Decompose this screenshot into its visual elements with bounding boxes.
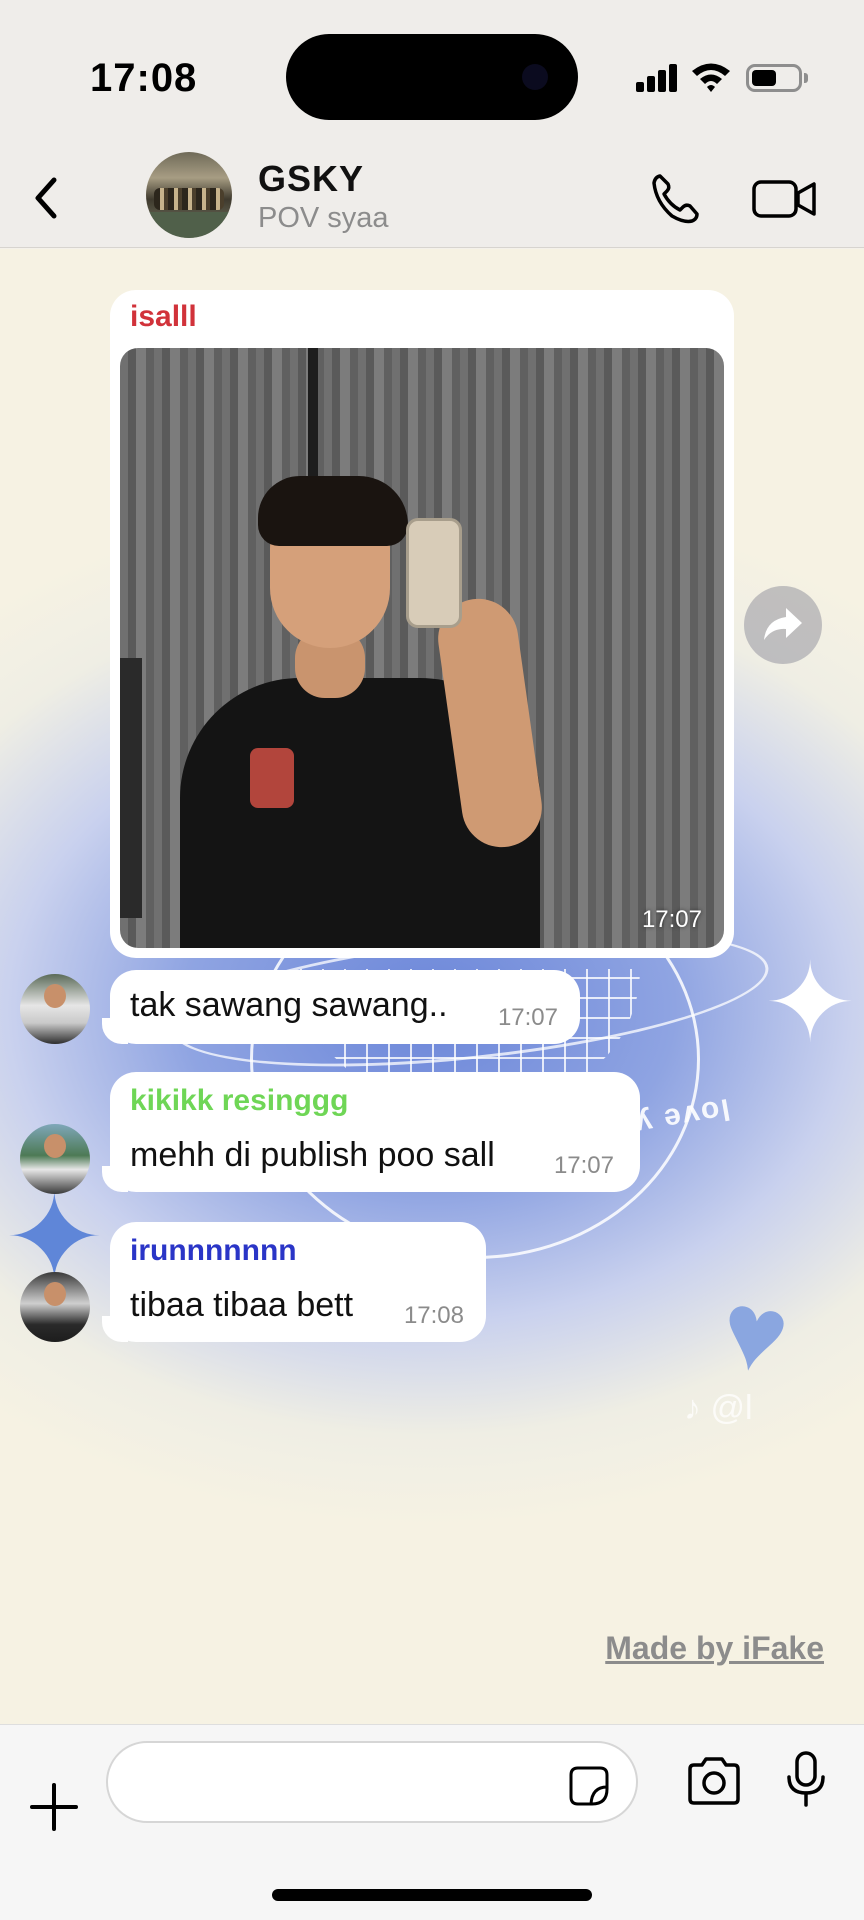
group-avatar[interactable] [146,152,232,238]
tiktok-watermark: ♪ @l [684,1389,753,1427]
message-time: 17:07 [553,1152,614,1179]
video-camera-icon[interactable] [750,168,820,228]
message-time: 17:08 [403,1302,464,1329]
sender-name[interactable]: irunnnnnnn [130,1234,297,1268]
battery-icon [746,64,802,92]
plus-icon[interactable] [26,1779,82,1835]
shared-photo[interactable]: 17:07 [120,348,724,948]
sender-avatar[interactable] [20,1124,90,1194]
sparkle-icon: ✦ [764,942,857,1065]
sender-avatar[interactable] [20,1272,90,1342]
status-bar: 17:08 [0,0,864,150]
message-input-container[interactable] [106,1741,638,1823]
message-text: tak sawang sawang.. [130,986,448,1024]
camera-icon[interactable] [684,1753,744,1809]
sender-name: isalll [130,300,197,333]
forward-button[interactable] [744,586,822,664]
message-text: mehh di publish poo sall [130,1136,495,1174]
cellular-signal-icon [636,62,680,92]
phone-icon[interactable] [646,168,706,228]
chat-subtitle[interactable]: POV syaa [258,202,389,235]
message-time: 17:07 [497,1004,558,1031]
chat-header: GSKY POV syaa [0,150,864,248]
image-message-bubble[interactable]: isalll 17:07 [110,290,734,958]
wifi-icon [692,63,730,92]
message-input[interactable] [132,1757,552,1807]
message-bubble[interactable]: irunnnnnnn tibaa tibaa bett 17:08 [102,1222,486,1342]
sticker-icon[interactable] [568,1765,610,1807]
message-bubble[interactable]: kikikk resinggg mehh di publish poo sall… [102,1072,640,1192]
battery-cap [804,73,808,83]
message-text: tibaa tibaa bett [130,1286,354,1324]
sender-name[interactable]: kikikk resinggg [130,1084,348,1118]
made-by-credit[interactable]: Made by iFake [605,1630,824,1667]
back-chevron-icon[interactable] [18,168,78,228]
front-camera [522,64,548,90]
chat-title[interactable]: GSKY [258,158,364,200]
message-bubble[interactable]: tak sawang sawang.. 17:07 [102,970,580,1044]
composer-bar [0,1724,864,1920]
sender-avatar[interactable] [20,974,90,1044]
microphone-icon[interactable] [784,1749,828,1809]
forward-arrow-icon [764,608,802,640]
heart-icon: ♥ [711,1266,798,1399]
dynamic-island [286,34,578,120]
message-time: 17:07 [641,906,702,933]
status-time: 17:08 [90,56,198,100]
home-indicator[interactable] [272,1889,592,1901]
